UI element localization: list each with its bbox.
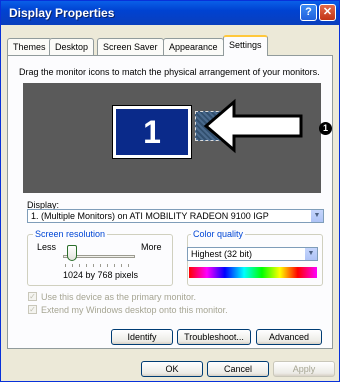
callout-number: 1 [319, 122, 332, 135]
resolution-less-label: Less [37, 242, 57, 252]
color-quality-select[interactable]: Highest (32 bit) ▼ [187, 247, 318, 261]
ok-button[interactable]: OK [141, 361, 203, 377]
color-quality-title: Color quality [191, 229, 246, 239]
apply-button[interactable]: Apply [273, 361, 335, 377]
advanced-button-label: Advanced [268, 332, 310, 342]
cancel-button-label: Cancel [223, 364, 252, 374]
troubleshoot-button-label: Troubleshoot... [184, 332, 244, 342]
tab-settings[interactable]: Settings [223, 35, 268, 56]
extend-desktop-label: Extend my Windows desktop onto this moni… [41, 305, 228, 315]
resolution-slider-thumb[interactable] [67, 245, 77, 261]
chevron-down-icon[interactable]: ▼ [310, 210, 323, 222]
callout-arrow-icon [203, 98, 303, 154]
cancel-button[interactable]: Cancel [207, 361, 269, 377]
screen-resolution-title: Screen resolution [33, 229, 108, 239]
troubleshoot-button[interactable]: Troubleshoot... [177, 329, 251, 345]
resolution-slider-ticks [65, 264, 135, 267]
apply-button-label: Apply [292, 364, 316, 374]
primary-monitor-label: Use this device as the primary monitor. [41, 292, 197, 302]
color-spectrum-bar [189, 267, 317, 278]
color-quality-value: Highest (32 bit) [191, 249, 253, 259]
resolution-more-label: More [141, 242, 162, 252]
resolution-value: 1024 by 768 pixels [63, 270, 139, 280]
chevron-down-icon[interactable]: ▼ [304, 248, 317, 260]
identify-button[interactable]: Identify [111, 329, 173, 345]
primary-monitor-checkbox[interactable]: ✓ [28, 292, 37, 301]
display-properties-window: Display Properties ? ✕ Themes Desktop Sc… [0, 0, 340, 382]
ok-button-label: OK [165, 364, 179, 374]
identify-button-label: Identify [127, 332, 157, 342]
extend-desktop-checkbox[interactable]: ✓ [28, 305, 37, 314]
display-select[interactable]: 1. (Multiple Monitors) on ATI MOBILITY R… [27, 209, 324, 223]
display-select-value: 1. (Multiple Monitors) on ATI MOBILITY R… [31, 211, 269, 221]
advanced-button[interactable]: Advanced [256, 329, 322, 345]
